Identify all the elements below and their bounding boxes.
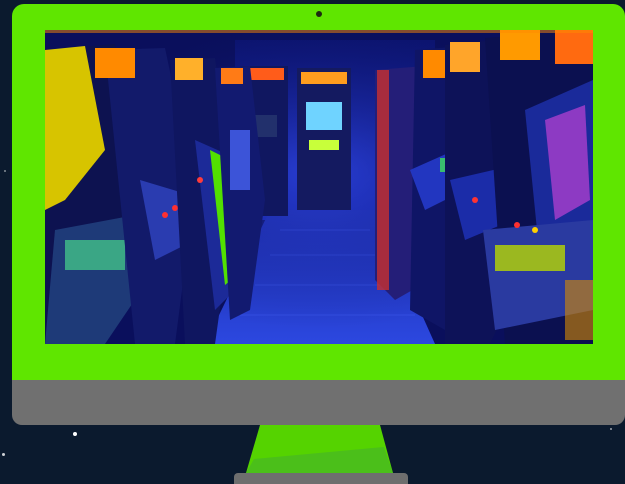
camera-icon (316, 11, 322, 17)
star (4, 170, 6, 172)
monitor-base (234, 473, 408, 484)
star (73, 432, 77, 436)
monitor-screen (45, 30, 593, 344)
star (2, 453, 5, 456)
arcade-hallway-image (45, 30, 593, 344)
monitor-chin (12, 380, 625, 425)
star (610, 428, 612, 430)
